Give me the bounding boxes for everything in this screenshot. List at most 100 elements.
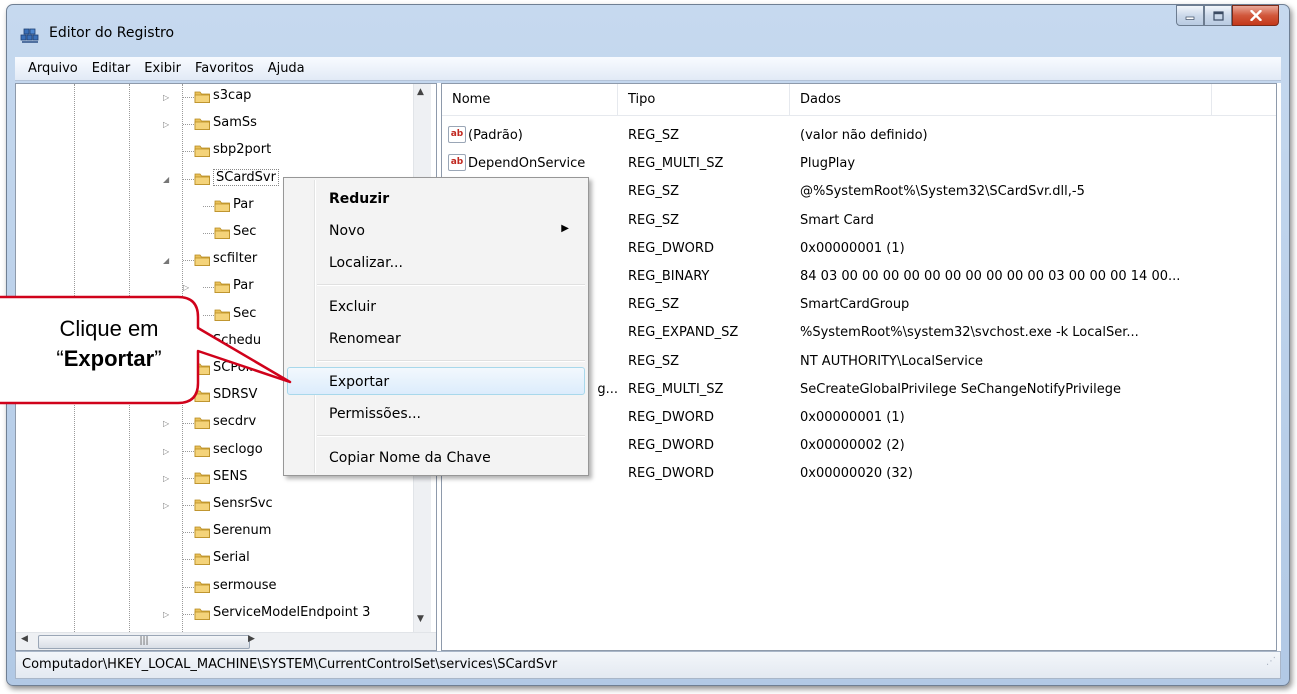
callout-bold-word: Exportar (63, 346, 155, 371)
folder-icon (194, 470, 211, 485)
value-type: REG_DWORD (628, 466, 714, 482)
tree-item-label: Schedu (213, 332, 262, 348)
callout-line-2: “Exportar” (14, 344, 204, 374)
collapsed-triangle-icon[interactable]: ▷ (163, 501, 172, 510)
tree-item-label: SamSs (213, 115, 257, 131)
menu-exibir[interactable]: Exibir (137, 61, 188, 76)
menu-item-exportar[interactable]: Exportar (287, 367, 585, 395)
minimize-icon (1185, 16, 1195, 20)
menu-editar[interactable]: Editar (85, 61, 138, 76)
folder-icon (194, 524, 211, 539)
value-type: REG_BINARY (628, 269, 710, 284)
value-type: REG_EXPAND_SZ (628, 325, 739, 341)
tree-item[interactable]: sbp2port (16, 140, 436, 162)
tree-item-label: SensrSvc (213, 496, 273, 511)
menu-item-label: Copiar Nome da Chave (329, 450, 491, 466)
folder-icon (214, 307, 231, 322)
minimize-button[interactable] (1176, 5, 1204, 26)
value-row[interactable]: ab DependOnService REG_MULTI_SZ PlugPlay (442, 150, 1272, 178)
value-type: REG_MULTI_SZ (628, 156, 724, 172)
tree-item[interactable]: Serial (16, 548, 436, 570)
tree-connector (183, 505, 194, 506)
scroll-thumb[interactable]: ||| (38, 635, 250, 649)
tree-item-label: Serial (213, 550, 250, 566)
tree-connector (183, 559, 194, 561)
menu-favoritos[interactable]: Favoritos (188, 61, 261, 76)
collapsed-triangle-icon[interactable]: ▷ (163, 447, 172, 456)
tree-connector (203, 314, 214, 316)
tree-item[interactable]: ▷ s3cap (16, 86, 436, 108)
folder-icon (194, 415, 211, 430)
resize-grip-icon[interactable]: ⋰ (1266, 649, 1276, 675)
folder-icon (194, 116, 211, 131)
tree-item[interactable]: ▷ ServiceModelEndpoint 3 (16, 603, 436, 625)
value-type: REG_SZ (628, 353, 679, 369)
callout-quote-close: ” (154, 346, 162, 371)
collapsed-triangle-icon[interactable]: ▷ (183, 283, 192, 292)
scroll-right-icon[interactable]: ▶ (248, 634, 255, 644)
column-header-data[interactable]: Dados (790, 84, 1212, 116)
tree-item[interactable]: Serenum (16, 521, 436, 543)
scroll-down-icon[interactable]: ▼ (417, 614, 424, 624)
menu-item-label: Excluir (329, 299, 376, 315)
callout-line-1: Clique em (59, 316, 159, 341)
expanded-triangle-icon[interactable]: ◢ (163, 175, 172, 184)
title-bar[interactable]: Editor do Registro (7, 5, 1289, 57)
menu-item-reduzir[interactable]: Reduzir (287, 184, 585, 212)
collapsed-triangle-icon[interactable]: ▷ (163, 474, 172, 483)
tree-item-label: s3cap (213, 88, 252, 103)
tree-item-label: sermouse (213, 577, 277, 593)
menu-ajuda[interactable]: Ajuda (261, 61, 312, 76)
collapsed-triangle-icon[interactable]: ▷ (163, 120, 172, 129)
value-type: REG_SZ (628, 212, 679, 228)
collapsed-triangle-icon[interactable]: ▷ (163, 93, 172, 102)
tree-connector (183, 450, 194, 452)
value-data: %SystemRoot%\system32\svchost.exe -k Loc… (800, 325, 1139, 341)
menu-item-excluir[interactable]: Excluir (287, 292, 585, 320)
collapsed-triangle-icon[interactable]: ▷ (163, 419, 172, 428)
value-data: SeCreateGlobalPrivilege SeChangeNotifyPr… (800, 381, 1121, 397)
folder-icon (194, 579, 211, 594)
folder-icon (194, 497, 211, 512)
menu-item-novo[interactable]: Novo ▶ (287, 216, 585, 244)
tree-connector (183, 178, 194, 180)
value-data: Smart Card (800, 212, 874, 228)
menu-arquivo[interactable]: Arquivo (21, 61, 85, 76)
tree-item-label: secdrv (213, 414, 257, 430)
caption-buttons (1176, 5, 1279, 27)
menu-item-label: Localizar... (329, 255, 403, 271)
tree-horizontal-scrollbar[interactable]: ◀ ||| ▶ (16, 632, 436, 650)
value-name: DependOnService (468, 156, 586, 172)
tree-item-label: seclogo (213, 441, 263, 457)
tree-item-label: SCPolic (213, 360, 261, 375)
value-type: REG_DWORD (628, 410, 714, 425)
menu-item-label: Permissões... (329, 406, 422, 422)
tree-connector (203, 205, 214, 207)
tree-item[interactable]: ▷ SamSs (16, 113, 436, 135)
menu-item-renomear[interactable]: Renomear (287, 324, 585, 352)
collapsed-triangle-icon[interactable]: ▷ (163, 610, 172, 619)
client-area: ▷ s3cap ▷ SamSs sbp2port ◢ SCardSvr Par Sec ◢ scfi… (15, 83, 1281, 651)
close-button[interactable] (1232, 5, 1279, 26)
tree-item[interactable]: ▷ SensrSvc (16, 494, 436, 516)
tree-connector (183, 151, 194, 153)
folder-icon (214, 279, 231, 294)
expanded-triangle-icon[interactable]: ◢ (163, 256, 172, 265)
column-header-type[interactable]: Tipo (618, 84, 790, 116)
scroll-left-icon[interactable]: ◀ (21, 634, 28, 644)
menu-item-permissoes[interactable]: Permissões... (287, 399, 585, 427)
value-data: 84 03 00 00 00 00 00 00 00 00 00 00 03 0… (800, 269, 1181, 284)
tree-item[interactable]: sermouse (16, 576, 436, 598)
menu-item-localizar[interactable]: Localizar... (287, 248, 585, 276)
tree-item-label: Sec (233, 305, 257, 321)
tree-item-label: SCardSvr (213, 168, 279, 186)
status-path: Computador\HKEY_LOCAL_MACHINE\SYSTEM\Cur… (22, 657, 558, 672)
value-row[interactable]: ab (Padrão) REG_SZ (valor não definido) (442, 122, 1272, 150)
menu-item-label: Renomear (329, 331, 401, 347)
tree-item-label: Serenum (213, 523, 272, 539)
menu-item-copiar-nome[interactable]: Copiar Nome da Chave (287, 443, 585, 471)
menu-separator (317, 360, 585, 362)
column-header-name[interactable]: Nome (442, 84, 618, 116)
scroll-up-icon[interactable]: ▲ (417, 87, 424, 97)
maximize-button[interactable] (1204, 5, 1232, 26)
